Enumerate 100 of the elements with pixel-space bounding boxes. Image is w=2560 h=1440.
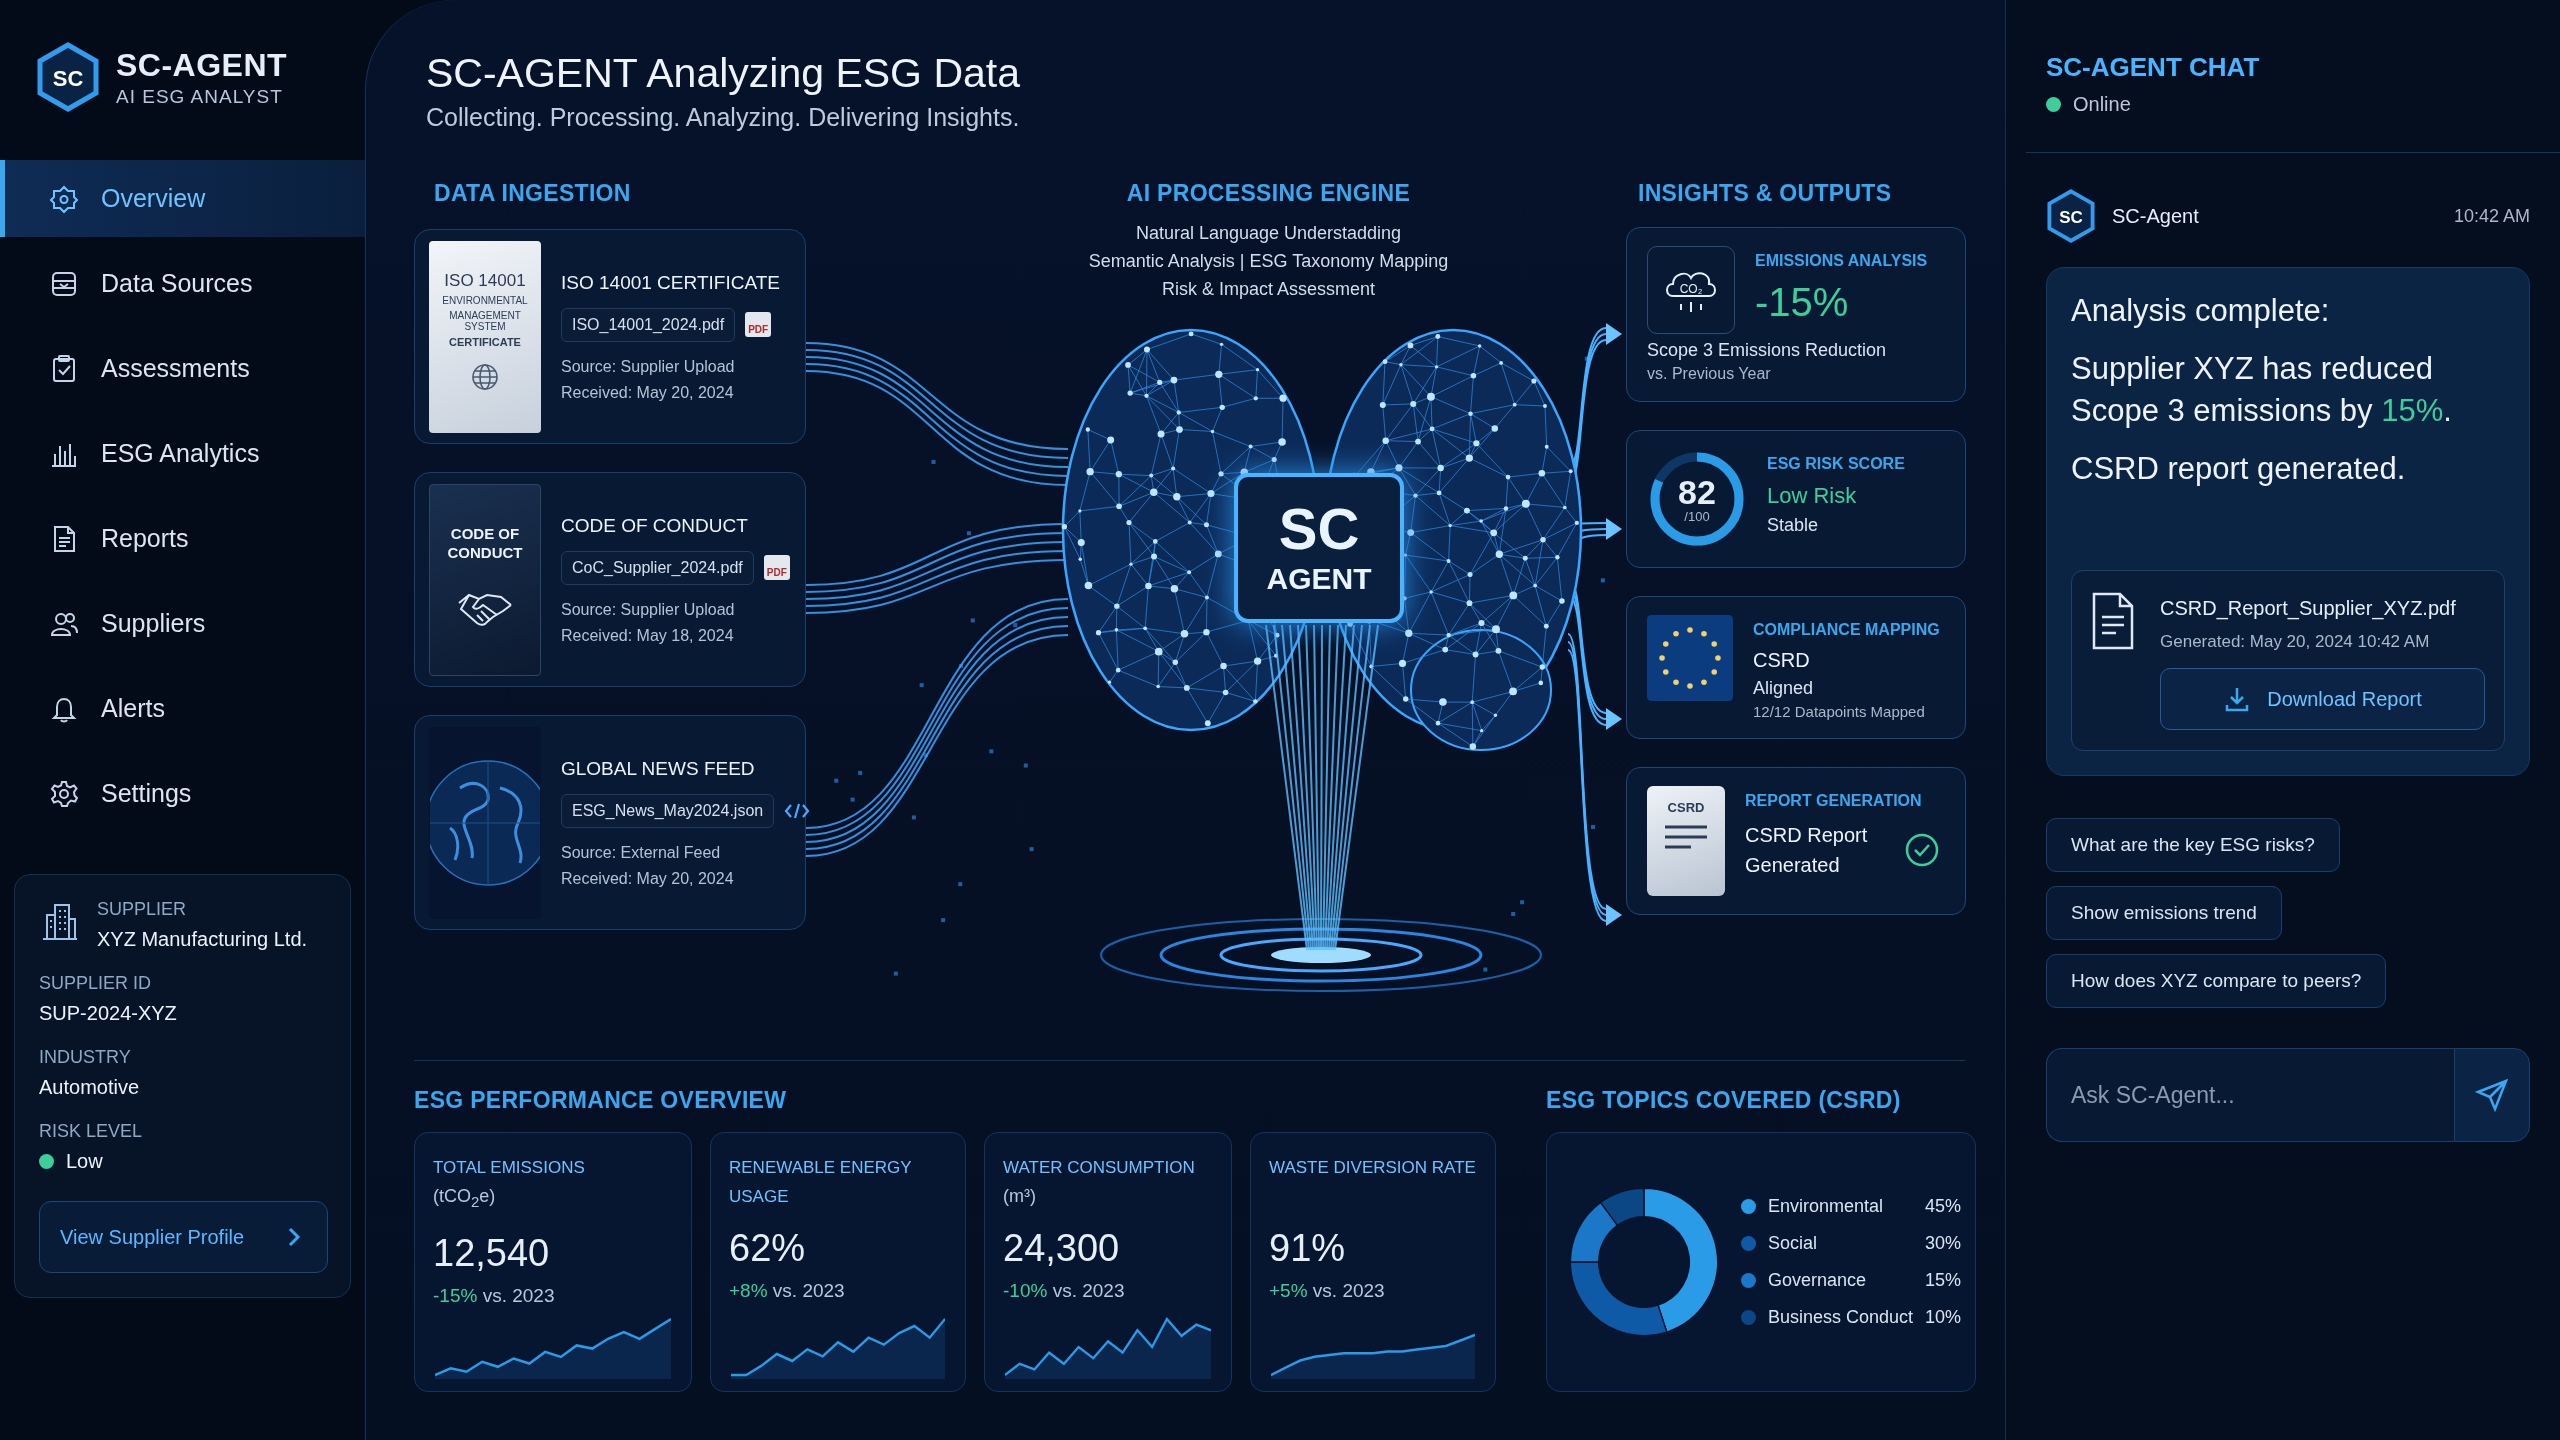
kpi-title: WATER CONSUMPTION xyxy=(1003,1157,1196,1179)
logo-icon: SC xyxy=(36,42,100,112)
legend-value: 45% xyxy=(1925,1196,1962,1217)
kpi-title: RENEWABLE ENERGY USAGE xyxy=(729,1157,913,1208)
insight-note: 12/12 Datapoints Mapped xyxy=(1753,703,1926,720)
chat-input[interactable]: Ask SC-Agent... xyxy=(2046,1048,2454,1142)
risk-score: 82 xyxy=(1678,474,1716,509)
field-label: RISK LEVEL xyxy=(39,1121,144,1142)
kpi-value: 24,300 xyxy=(1003,1227,1121,1270)
insight-title: EMISSIONS ANALYSIS xyxy=(1755,252,1928,270)
nav-item[interactable]: ESG Analytics xyxy=(0,415,365,492)
attachment-meta: Generated: May 20, 2024 10:42 AM xyxy=(2160,632,2431,652)
kpi-change: +5% vs. 2023 xyxy=(1269,1280,1386,1302)
legend-label: Business Conduct xyxy=(1768,1307,1914,1328)
overview-icon xyxy=(49,183,79,214)
report-document-icon: CSRD xyxy=(1647,786,1725,896)
kpi-change: -10% vs. 2023 xyxy=(1003,1280,1126,1302)
engine-capability: Risk & Impact Assessment xyxy=(1161,278,1376,301)
compliance-status: Aligned xyxy=(1753,678,1815,699)
field-value: Low xyxy=(66,1150,103,1173)
legend-label: Social xyxy=(1768,1233,1819,1254)
source-text: Source: Supplier Upload xyxy=(561,357,736,376)
page-subtitle: Collecting. Processing. Analyzing. Delivering Insights. xyxy=(426,103,1021,132)
section-heading: ESG PERFORMANCE OVERVIEW xyxy=(414,1087,788,1114)
brand-name: SC-AGENT xyxy=(116,46,288,84)
kpi-value: 91% xyxy=(1269,1227,1347,1270)
nav-item[interactable]: Suppliers xyxy=(0,585,365,662)
nav-item[interactable]: Alerts xyxy=(0,670,365,747)
send-button[interactable] xyxy=(2454,1048,2530,1142)
chevron-right-icon xyxy=(287,1226,301,1248)
message-text: CSRD report generated. xyxy=(2071,450,2407,488)
nav-item[interactable]: Assessments xyxy=(0,330,365,407)
kpi-value: 12,540 xyxy=(433,1231,551,1275)
legend-label: Environmental xyxy=(1768,1196,1885,1217)
code-icon xyxy=(784,801,811,820)
source-title: CODE OF CONDUCT xyxy=(561,514,749,537)
received-date: Received: May 20, 2024 xyxy=(561,869,735,888)
certificate-text: ENVIRONMENTAL xyxy=(442,294,528,306)
insight-title: ESG RISK SCORE xyxy=(1767,455,1905,473)
message-text: Supplier XYZ has reduced Scope 3 emissions by 15%. xyxy=(2071,350,2453,430)
online-status: Online xyxy=(2073,93,2131,116)
legend-label: Governance xyxy=(1768,1270,1868,1291)
insight-title: COMPLIANCE MAPPING xyxy=(1753,621,1940,639)
certificate-text: ISO 14001 xyxy=(444,270,526,291)
message-time: 10:42 AM xyxy=(2453,205,2530,227)
field-label: INDUSTRY xyxy=(39,1047,132,1068)
framework-name: CSRD xyxy=(1753,649,1811,672)
nav-item[interactable]: Data Sources xyxy=(0,245,365,322)
chip-label: SC xyxy=(1278,500,1360,558)
nav-item[interactable]: Overview xyxy=(0,160,365,237)
suggestion-chip[interactable]: How does XYZ compare to peers? xyxy=(2046,954,2387,1008)
insight-note: vs. Previous Year xyxy=(1647,365,1772,383)
booklet-text: CODE OF xyxy=(450,524,520,542)
pdf-file-icon: PDF xyxy=(745,312,772,337)
source-title: GLOBAL NEWS FEED xyxy=(561,757,756,780)
nav-item[interactable]: Reports xyxy=(0,500,365,577)
file-name: ISO_14001_2024.pdf xyxy=(561,307,736,342)
suggestion-chip[interactable]: What are the key ESG risks? xyxy=(2046,818,2340,872)
attachment-name: CSRD_Report_Supplier_XYZ.pdf xyxy=(2160,597,2457,620)
booklet-text: CONDUCT xyxy=(447,543,523,561)
engine-capability: Natural Language Understadding xyxy=(1135,222,1402,245)
sender-name: SC-Agent xyxy=(2112,204,2200,228)
kpi-title: WASTE DIVERSION RATE xyxy=(1269,1157,1477,1179)
chat-title: SC-AGENT CHAT xyxy=(2046,52,2261,83)
field-value: Automotive xyxy=(39,1076,141,1099)
view-profile-button[interactable]: View Supplier Profile xyxy=(39,1201,328,1273)
kpi-value: 62% xyxy=(729,1227,807,1270)
insight-note: Stable xyxy=(1767,515,1820,536)
score-scale: /100 xyxy=(1684,508,1710,524)
received-date: Received: May 20, 2024 xyxy=(561,383,735,402)
source-title: ISO 14001 CERTIFICATE xyxy=(561,271,780,294)
download-report-button[interactable]: Download Report xyxy=(2160,668,2485,730)
file-name: CoC_Supplier_2024.pdf xyxy=(561,550,754,585)
globe-icon xyxy=(470,361,500,392)
field-value: SUP-2024-XYZ xyxy=(39,1002,178,1025)
engine-capability: Semantic Analysis | ESG Taxonomy Mapping xyxy=(1088,250,1449,273)
suggestion-chip[interactable]: Show emissions trend xyxy=(2046,886,2282,940)
kpi-unit: (m³) xyxy=(1003,1185,1037,1208)
certificate-text: MANAGEMENT SYSTEM xyxy=(448,309,522,332)
message-text: Analysis complete: xyxy=(2071,292,2331,330)
section-heading: INSIGHTS & OUTPUTS xyxy=(1638,180,1893,207)
gear-icon xyxy=(49,778,79,809)
file-name: ESG_News_May2024.json xyxy=(561,793,775,828)
certificate-text: CERTIFICATE xyxy=(449,335,521,348)
insight-caption: Scope 3 Emissions Reduction xyxy=(1647,340,1888,361)
send-icon xyxy=(2475,1078,2509,1112)
section-heading: AI PROCESSING ENGINE xyxy=(1126,180,1411,207)
kpi-change: -15% vs. 2023 xyxy=(433,1284,556,1307)
brand-tagline: AI ESG ANALYST xyxy=(116,85,284,108)
co2-cloud-icon: CO₂ xyxy=(1647,246,1735,334)
field-value: XYZ Manufacturing Ltd. xyxy=(97,928,308,951)
field-label: SUPPLIER xyxy=(97,899,188,920)
nav-item[interactable]: Settings xyxy=(0,755,365,832)
section-heading: DATA INGESTION xyxy=(434,180,632,207)
source-text: Source: External Feed xyxy=(561,843,722,862)
kpi-title: TOTAL EMISSIONS xyxy=(433,1157,586,1179)
section-heading: ESG TOPICS COVERED (CSRD) xyxy=(1546,1087,1902,1114)
agent-avatar-icon: SC xyxy=(2046,189,2096,243)
emissions-change: -15% xyxy=(1755,280,1850,325)
field-label: SUPPLIER ID xyxy=(39,973,153,994)
